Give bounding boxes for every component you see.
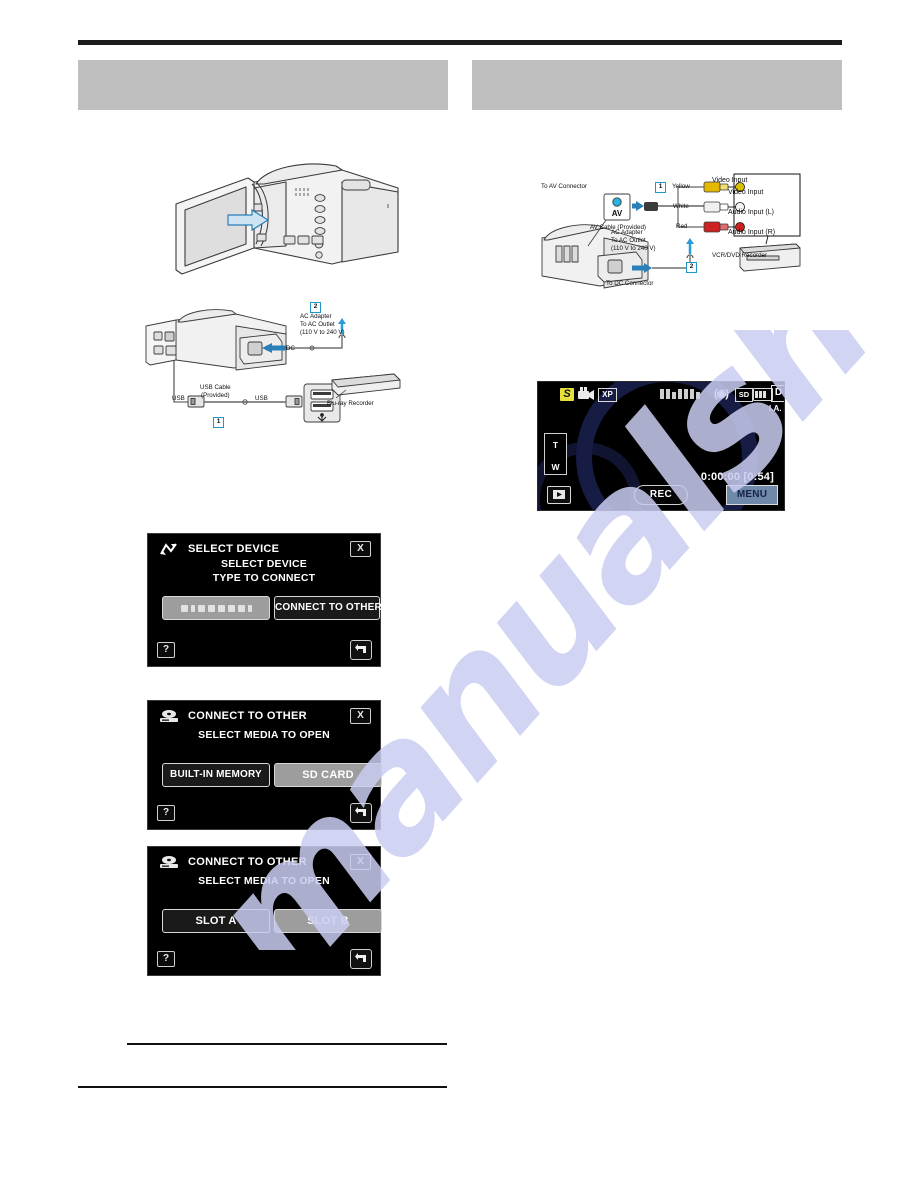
av-diagram-to-av-connector-label: To AV Connector <box>541 183 587 190</box>
slot-b-button[interactable]: SLOT B <box>274 909 382 933</box>
camcorder-open-lcd-illustration <box>175 163 399 275</box>
av-diagram-red-label: Red <box>676 223 688 230</box>
top-divider <box>78 40 842 45</box>
close-icon[interactable]: X <box>350 854 371 870</box>
select-device-subtitle-line2: TYPE TO CONNECT <box>212 572 316 584</box>
battery-icon <box>753 388 773 401</box>
section-header-right <box>472 60 842 110</box>
back-arrow-icon[interactable] <box>350 640 372 660</box>
manual-page: manualshive.com <box>0 0 918 1188</box>
section-header-right-text <box>472 60 842 110</box>
connect-to-other-memory-subtitle: SELECT MEDIA TO OPEN <box>198 729 330 741</box>
av-diagram-white-label: White <box>673 203 689 210</box>
sd-card-button[interactable]: SD CARD <box>274 763 382 787</box>
usb-diagram-usb-cable-label: USB Cable (Provided) <box>200 384 231 399</box>
av-diagram-video-input-title: Video Input <box>712 177 748 184</box>
select-device-subtitle-line1: SELECT DEVICE <box>220 558 308 570</box>
av-diagram-step-2: 2 <box>686 262 697 273</box>
quality-badge-icon: XP <box>598 388 617 402</box>
back-arrow-icon[interactable] <box>350 949 372 969</box>
usb-diagram-bluray-recorder-label: Blu-ray Recorder <box>327 400 374 407</box>
recording-screen[interactable]: S XP (◉) SD D I.A. T W 0:00:00 [0:54] RE… <box>537 381 785 511</box>
help-icon[interactable]: ? <box>157 951 175 967</box>
connect-to-other-memory-screen[interactable]: CONNECT TO OTHER X SELECT MEDIA TO OPEN … <box>147 700 382 830</box>
connect-to-device-button[interactable] <box>162 596 270 620</box>
remaining-capacity-bars-icon <box>660 389 700 399</box>
usb-connection-diagram <box>145 309 401 423</box>
av-diagram-yellow-label: Yellow <box>672 183 690 190</box>
usb-diagram-dc-label: DC <box>286 345 295 352</box>
usb-diagram-step-2: 2 <box>310 302 321 313</box>
usb-diagram-usb-left-label: USB <box>172 395 185 402</box>
disc-recorder-icon <box>160 710 178 722</box>
av-diagram-vcr-dvd-recorder-label: VCR/DVD Recorder <box>712 252 768 259</box>
connect-to-other-slots-title: CONNECT TO OTHER <box>188 856 307 868</box>
connect-to-other-memory-title: CONNECT TO OTHER <box>188 710 307 722</box>
usb-diagram-step-1: 1 <box>213 417 224 428</box>
usb-diagram-usb-right-label: USB <box>255 395 268 402</box>
av-diagram-ac-adapter-label: AC Adapter To AC Outlet (110 V to 240 V) <box>611 229 656 252</box>
video-mode-icon <box>578 387 594 400</box>
playback-mode-button[interactable] <box>547 486 571 504</box>
av-diagram-audio-input-l-label: Audio Input (L) <box>728 209 774 216</box>
close-icon[interactable]: X <box>350 541 371 557</box>
av-diagram-to-dc-connector-label: To DC Connector <box>606 280 654 287</box>
connect-to-other-slots-subtitle: SELECT MEDIA TO OPEN <box>198 875 330 887</box>
recording-status-bar: S XP (◉) SD D I.A. <box>538 382 784 413</box>
av-diagram-video-input-label: Video Input <box>728 189 764 196</box>
image-stabilizer-icon: (◉) <box>714 388 729 400</box>
date-display-badge-icon: D <box>771 385 784 402</box>
av-diagram-step-1: 1 <box>655 182 666 193</box>
help-icon[interactable]: ? <box>157 642 175 658</box>
section-header-left-text <box>78 60 448 110</box>
built-in-memory-button[interactable]: BUILT-IN MEMORY <box>162 763 270 787</box>
timecode-display: 0:00:00 [0:54] <box>700 471 774 483</box>
svg-text:AV: AV <box>612 209 623 218</box>
connect-to-other-slots-screen[interactable]: CONNECT TO OTHER X SELECT MEDIA TO OPEN … <box>147 846 382 976</box>
disc-recorder-icon <box>160 856 178 868</box>
usb-device-icon <box>160 543 177 555</box>
zoom-tele-label: T <box>552 440 559 450</box>
footer-divider-bottom <box>78 1086 447 1088</box>
select-device-title: SELECT DEVICE <box>188 543 280 555</box>
zoom-wide-label: W <box>551 461 560 472</box>
menu-button[interactable]: MENU <box>726 485 778 505</box>
blurred-device-label <box>163 597 269 619</box>
back-arrow-icon[interactable] <box>350 803 372 823</box>
zoom-slider[interactable]: T W <box>544 433 567 475</box>
intelligent-auto-label: I.A. <box>769 404 782 413</box>
close-icon[interactable]: X <box>350 708 371 724</box>
sd-card-icon: SD <box>735 388 753 402</box>
rec-button[interactable]: REC <box>634 485 688 505</box>
section-header-left <box>78 60 448 110</box>
av-diagram-audio-input-r-label: Audio Input (R) <box>728 229 776 236</box>
select-device-screen[interactable]: SELECT DEVICE X SELECT DEVICE TYPE TO CO… <box>147 533 382 667</box>
play-icon <box>553 490 565 499</box>
help-icon[interactable]: ? <box>157 805 175 821</box>
footer-divider-top <box>127 1043 447 1045</box>
slot-a-button[interactable]: SLOT A <box>162 909 270 933</box>
connect-to-other-button[interactable]: CONNECT TO OTHER <box>274 596 382 620</box>
mode-badge-icon: S <box>560 388 574 401</box>
usb-diagram-ac-adapter-label: AC Adapter To AC Outlet (110 V to 240 V) <box>300 313 345 336</box>
